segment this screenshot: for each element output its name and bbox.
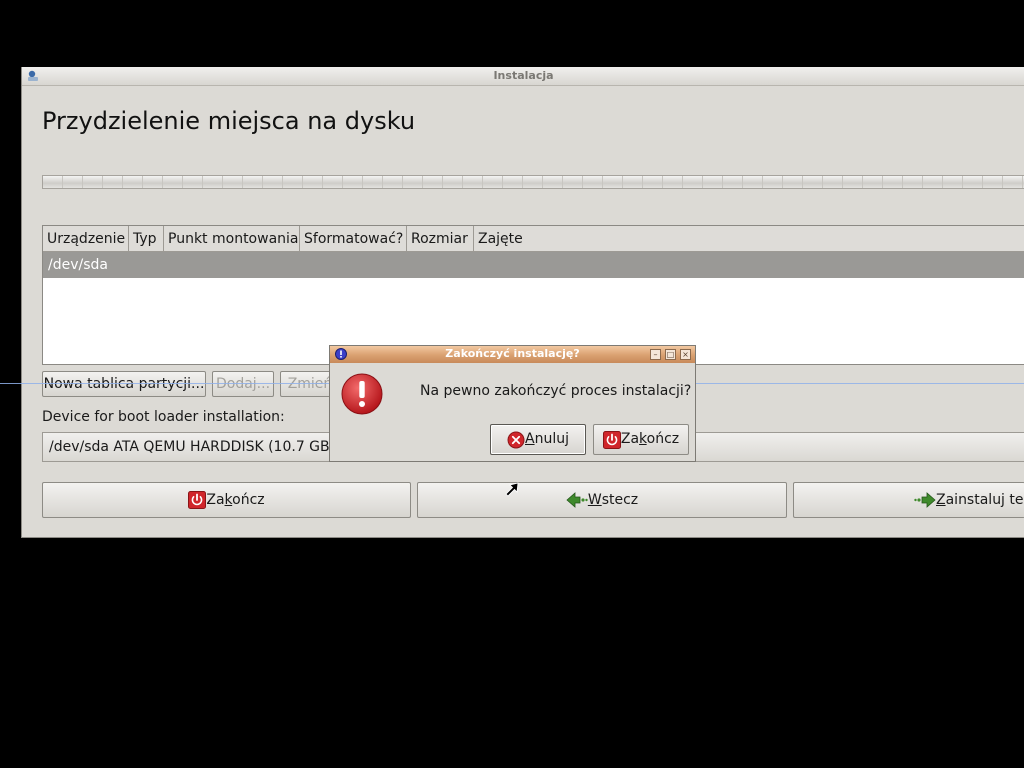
mouse-cursor-icon <box>505 482 519 497</box>
column-header-format[interactable]: Sformatować? <box>300 226 407 251</box>
new-partition-table-button[interactable]: Nowa tablica partycji... <box>42 371 206 397</box>
quit-confirmation-dialog: Zakończyć instalację? – □ × Na pewno zak… <box>329 345 696 462</box>
table-row[interactable]: /dev/sda <box>43 252 1024 278</box>
confirm-quit-button[interactable]: Zakończ <box>593 424 689 455</box>
power-icon <box>602 430 621 449</box>
column-header-mount-point[interactable]: Punkt montowania <box>164 226 300 251</box>
quit-button[interactable]: Zakończ <box>42 482 411 518</box>
install-now-button-label: Zainstaluj teraz <box>936 492 1024 508</box>
cancel-button-label: Anuluj <box>525 431 569 447</box>
partition-bar <box>42 175 1024 189</box>
dialog-titlebar[interactable]: Zakończyć instalację? – □ × <box>330 346 695 363</box>
back-button[interactable]: Wstecz <box>417 482 787 518</box>
dialog-message: Na pewno zakończyć proces instalacji? <box>420 383 692 399</box>
column-header-device[interactable]: Urządzenie <box>43 226 129 251</box>
column-header-size[interactable]: Rozmiar <box>407 226 474 251</box>
cancel-button[interactable]: Anuluj <box>490 424 586 455</box>
page-title: Przydzielenie miejsca na dysku <box>42 107 416 135</box>
dialog-title: Zakończyć instalację? <box>445 347 580 360</box>
bootloader-label: Device for boot loader installation: <box>42 409 285 425</box>
partition-table[interactable]: Urządzenie Typ Punkt montowania Sformato… <box>42 225 1024 365</box>
add-partition-button[interactable]: Dodaj... <box>212 371 274 397</box>
installer-window: Instalacja Przydzielenie miejsca na dysk… <box>21 67 1024 538</box>
power-icon <box>188 491 207 509</box>
install-now-button[interactable]: Zainstaluj teraz <box>793 482 1024 518</box>
minimize-icon[interactable]: – <box>650 349 661 360</box>
arrow-left-icon <box>566 492 588 508</box>
bootloader-selected-value: /dev/sda ATA QEMU HARDDISK (10.7 GB) <box>49 439 336 455</box>
maximize-icon[interactable]: □ <box>665 349 676 360</box>
table-header: Urządzenie Typ Punkt montowania Sformato… <box>43 226 1024 252</box>
column-header-used[interactable]: Zajęte <box>474 226 1024 251</box>
window-title: Instalacja <box>493 69 554 82</box>
close-icon[interactable]: × <box>680 349 691 360</box>
column-header-type[interactable]: Typ <box>129 226 164 251</box>
table-cell-device: /dev/sda <box>48 257 108 273</box>
window-titlebar[interactable]: Instalacja <box>22 67 1024 86</box>
cancel-x-icon <box>507 431 525 448</box>
error-icon <box>341 373 383 415</box>
arrow-right-icon <box>914 492 936 508</box>
confirm-quit-button-label: Zakończ <box>620 431 680 447</box>
back-button-label: Wstecz <box>587 492 639 508</box>
quit-button-label: Zakończ <box>206 492 265 508</box>
